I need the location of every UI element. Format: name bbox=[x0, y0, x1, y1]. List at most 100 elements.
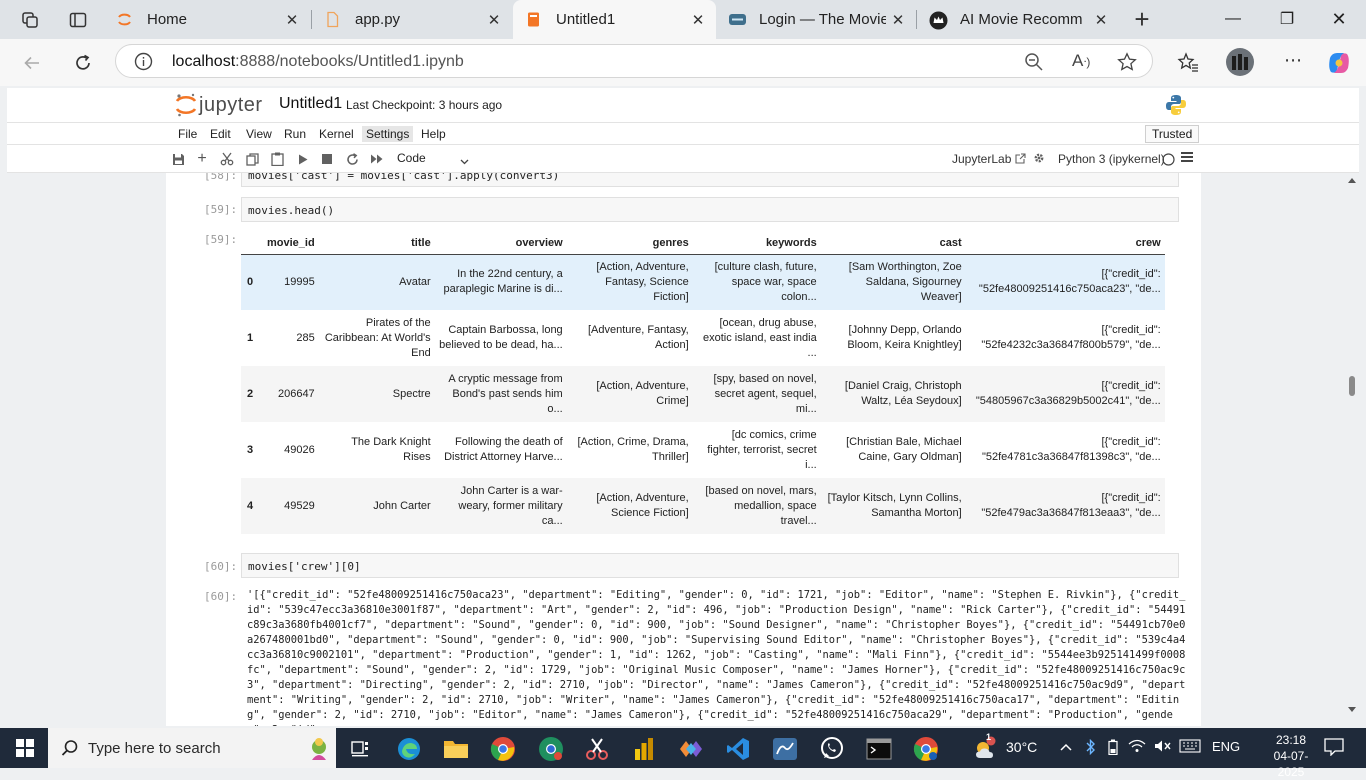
chevron-up-icon[interactable] bbox=[1060, 739, 1072, 754]
close-window-button[interactable]: ✕ bbox=[1316, 6, 1362, 32]
chrome-work-icon[interactable] bbox=[912, 735, 940, 763]
close-tab-icon[interactable]: ✕ bbox=[1089, 11, 1113, 29]
close-tab-icon[interactable]: ✕ bbox=[482, 11, 506, 29]
close-tab-icon[interactable]: ✕ bbox=[886, 11, 910, 29]
search-highlight-icon bbox=[312, 738, 326, 760]
wifi-icon[interactable] bbox=[1128, 739, 1146, 756]
bluetooth-icon[interactable] bbox=[1086, 738, 1096, 758]
menu-icon[interactable] bbox=[1181, 151, 1193, 166]
whatsapp-icon[interactable] bbox=[818, 735, 846, 763]
snipping-tool-icon[interactable] bbox=[583, 735, 611, 763]
notebook-area: [58]: movies['cast'] = movies['cast'].ap… bbox=[166, 173, 1201, 726]
jupyter-logo-text: jupyter bbox=[199, 93, 263, 116]
gear-icon[interactable] bbox=[1033, 152, 1045, 167]
cell-58-input[interactable]: movies['cast'] = movies['cast'].apply(co… bbox=[241, 173, 1179, 187]
search-placeholder: Type here to search bbox=[88, 740, 221, 757]
favorites-icon[interactable] bbox=[1174, 49, 1202, 77]
settings-more-icon[interactable]: ⋯ bbox=[1279, 46, 1307, 74]
chrome-icon[interactable] bbox=[489, 735, 517, 763]
tab-title: Login — The Movie D bbox=[759, 11, 886, 28]
language-indicator[interactable]: ENG bbox=[1212, 739, 1240, 754]
menu-view[interactable]: View bbox=[242, 126, 276, 142]
windows-start-icon[interactable] bbox=[16, 739, 34, 762]
kernel-status-icon bbox=[1162, 153, 1175, 169]
address-bar[interactable]: localhost:8888/notebooks/Untitled1.ipynb… bbox=[115, 44, 1153, 78]
run-cell-icon[interactable] bbox=[295, 151, 311, 167]
kernel-name[interactable]: Python 3 (ipykernel) bbox=[1058, 152, 1165, 166]
back-icon[interactable] bbox=[18, 49, 46, 77]
power-bi-icon[interactable] bbox=[630, 735, 658, 763]
copy-icon[interactable] bbox=[244, 151, 260, 167]
tab-untitled1[interactable]: Untitled1 ✕ bbox=[513, 0, 716, 39]
tab-actions-icon[interactable] bbox=[65, 7, 91, 33]
weather-temperature[interactable]: 30°C bbox=[1006, 739, 1037, 755]
scrollbar-thumb[interactable] bbox=[1349, 376, 1355, 396]
save-icon[interactable] bbox=[170, 151, 186, 167]
cell-60-output-prompt: [60]: bbox=[204, 590, 238, 603]
taskbar-search-box[interactable]: Type here to search bbox=[48, 728, 336, 768]
file-explorer-icon[interactable] bbox=[442, 735, 470, 763]
interrupt-kernel-icon[interactable] bbox=[319, 151, 335, 167]
cell-title: Spectre bbox=[392, 387, 431, 400]
copilot-icon[interactable] bbox=[1325, 49, 1353, 77]
new-tab-button[interactable]: + bbox=[1129, 4, 1155, 34]
task-view-icon[interactable] bbox=[346, 735, 374, 763]
mysql-workbench-icon[interactable] bbox=[771, 735, 799, 763]
tab-app-py[interactable]: app.py ✕ bbox=[312, 0, 512, 39]
site-info-icon[interactable] bbox=[134, 52, 153, 76]
edge-icon[interactable] bbox=[395, 735, 423, 763]
cell-title: John Carter bbox=[373, 499, 431, 512]
cut-icon[interactable] bbox=[219, 151, 235, 167]
scroll-down-icon[interactable] bbox=[1347, 706, 1357, 714]
tab-login-tmdb[interactable]: Login — The Movie D ✕ bbox=[716, 0, 916, 39]
terminal-icon[interactable] bbox=[865, 735, 893, 763]
notebook-title[interactable]: Untitled1 bbox=[279, 95, 342, 113]
tab-home[interactable]: Home ✕ bbox=[104, 0, 310, 39]
profile-avatar[interactable] bbox=[1225, 47, 1255, 77]
close-tab-icon[interactable]: ✕ bbox=[280, 11, 304, 29]
volume-muted-icon[interactable] bbox=[1154, 739, 1172, 756]
menu-kernel[interactable]: Kernel bbox=[315, 126, 358, 142]
favorite-star-icon[interactable] bbox=[1117, 52, 1137, 77]
column-header-genres: genres bbox=[566, 233, 693, 255]
cell-overview: A cryptic message from Bond's past sends… bbox=[448, 372, 563, 415]
jupyter-header: jupyter Untitled1 Last Checkpoint: 3 hou… bbox=[7, 88, 1359, 122]
close-tab-icon[interactable]: ✕ bbox=[686, 11, 710, 29]
trusted-indicator[interactable]: Trusted bbox=[1145, 125, 1200, 143]
power-automate-icon[interactable] bbox=[677, 735, 705, 763]
battery-icon[interactable] bbox=[1108, 739, 1118, 758]
jupyterlab-link[interactable]: JupyterLab bbox=[952, 152, 1026, 166]
minimize-button[interactable]: — bbox=[1210, 6, 1256, 32]
refresh-icon[interactable] bbox=[69, 49, 97, 77]
restart-kernel-icon[interactable] bbox=[344, 151, 360, 167]
scroll-up-icon[interactable] bbox=[1347, 176, 1357, 184]
menu-help[interactable]: Help bbox=[417, 126, 450, 142]
tab-title: app.py bbox=[355, 11, 401, 28]
tab-ai-movie[interactable]: AI Movie Recomm ✕ bbox=[917, 0, 1119, 39]
cell-cast: [Johnny Depp, Orlando Bloom, Keira Knigh… bbox=[847, 324, 962, 351]
menu-file[interactable]: File bbox=[174, 126, 201, 142]
crown-tab-icon bbox=[929, 11, 948, 30]
read-aloud-icon[interactable]: Aᐧ) bbox=[1072, 51, 1090, 71]
add-cell-icon[interactable]: + bbox=[194, 150, 210, 167]
workspaces-icon[interactable] bbox=[17, 7, 43, 33]
page-scrollbar[interactable] bbox=[1345, 176, 1359, 726]
checkpoint-status: Last Checkpoint: 3 hours ago bbox=[346, 98, 503, 112]
cell-type-select[interactable]: Code bbox=[397, 151, 469, 169]
restart-run-all-icon[interactable] bbox=[369, 151, 385, 167]
menu-settings[interactable]: Settings bbox=[362, 126, 414, 142]
vscode-icon[interactable] bbox=[724, 735, 752, 763]
zoom-icon[interactable] bbox=[1024, 52, 1044, 77]
chrome-profile-icon[interactable] bbox=[537, 735, 565, 763]
maximize-button[interactable]: ❐ bbox=[1264, 6, 1310, 32]
menu-edit[interactable]: Edit bbox=[206, 126, 235, 142]
keyboard-icon[interactable] bbox=[1179, 739, 1201, 756]
paste-icon[interactable] bbox=[269, 151, 285, 167]
notification-icon[interactable] bbox=[1324, 738, 1344, 759]
system-clock[interactable]: 23:18 04-07-2025 bbox=[1264, 732, 1318, 780]
cell-59-input[interactable]: movies.head() bbox=[241, 197, 1179, 222]
cell-60-input[interactable]: movies['crew'][0] bbox=[241, 553, 1179, 578]
jupyter-logo[interactable]: jupyter bbox=[175, 92, 263, 118]
menu-run[interactable]: Run bbox=[280, 126, 310, 142]
notebook-toolbar: + Code JupyterLab Python 3 (ipykernel) bbox=[7, 144, 1359, 173]
